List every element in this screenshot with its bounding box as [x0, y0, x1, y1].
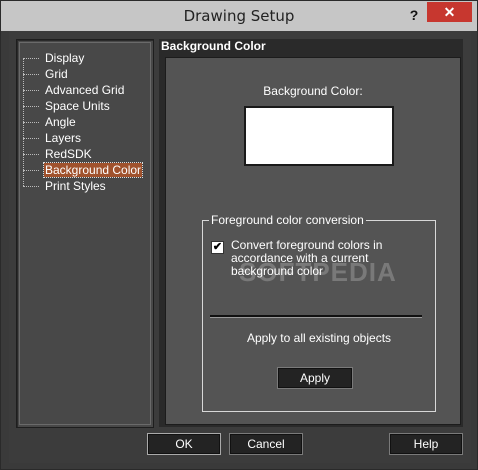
help-icon[interactable]: ? — [403, 5, 425, 25]
apply-all-label: Apply to all existing objects — [246, 331, 392, 345]
watermark: SOFTPEDIA — [239, 257, 397, 287]
tree-item-angle[interactable]: Angle — [23, 114, 77, 130]
ok-button[interactable]: OK — [147, 433, 221, 455]
tree-item-label: Advanced Grid — [45, 83, 125, 97]
tree-item-label: Print Styles — [45, 179, 106, 193]
title-bar: Drawing Setup ? ✕ — [1, 1, 477, 31]
tree-item-grid[interactable]: Grid — [23, 66, 69, 82]
tree-item-space-units[interactable]: Space Units — [23, 98, 111, 114]
tree-item-advanced-grid[interactable]: Advanced Grid — [23, 82, 125, 98]
background-color-swatch[interactable] — [244, 106, 394, 166]
divider — [210, 315, 422, 318]
tree-item-layers[interactable]: Layers — [23, 130, 82, 146]
help-button[interactable]: Help — [389, 433, 463, 455]
tree-item-display[interactable]: Display — [23, 50, 85, 66]
tree-item-redsdk[interactable]: RedSDK — [23, 146, 93, 162]
convert-foreground-checkbox[interactable]: ✔ — [211, 241, 224, 254]
dialog-window: Drawing Setup ? ✕ Display Grid Advanced … — [0, 0, 478, 470]
cancel-button[interactable]: Cancel — [229, 433, 303, 455]
background-color-label: Background Color: — [263, 84, 363, 98]
tree-item-label: Layers — [45, 131, 82, 145]
settings-tree: Display Grid Advanced Grid Space Units A… — [16, 39, 154, 428]
dialog-client: Display Grid Advanced Grid Space Units A… — [9, 31, 471, 463]
panel-title: Background Color — [161, 39, 266, 53]
tree-item-label: Space Units — [45, 99, 110, 113]
tree-item-label: Display — [45, 51, 85, 65]
apply-button[interactable]: Apply — [277, 367, 353, 389]
tree-item-label: RedSDK — [45, 147, 92, 161]
foreground-conversion-group: Foreground color conversion ✔ Convert fo… — [202, 213, 436, 412]
tree-item-label: Angle — [45, 115, 76, 129]
tree-item-label: Background Color — [42, 162, 144, 178]
settings-panel: Background Color Background Color: Foreg… — [159, 39, 463, 427]
close-icon[interactable]: ✕ — [427, 2, 472, 22]
group-title: Foreground color conversion — [209, 213, 366, 227]
tree-item-label: Grid — [45, 67, 68, 81]
tree-item-print-styles[interactable]: Print Styles — [23, 178, 107, 194]
tree-item-background-color[interactable]: Background Color — [23, 162, 144, 178]
panel-body: Background Color: Foreground color conve… — [165, 57, 461, 425]
